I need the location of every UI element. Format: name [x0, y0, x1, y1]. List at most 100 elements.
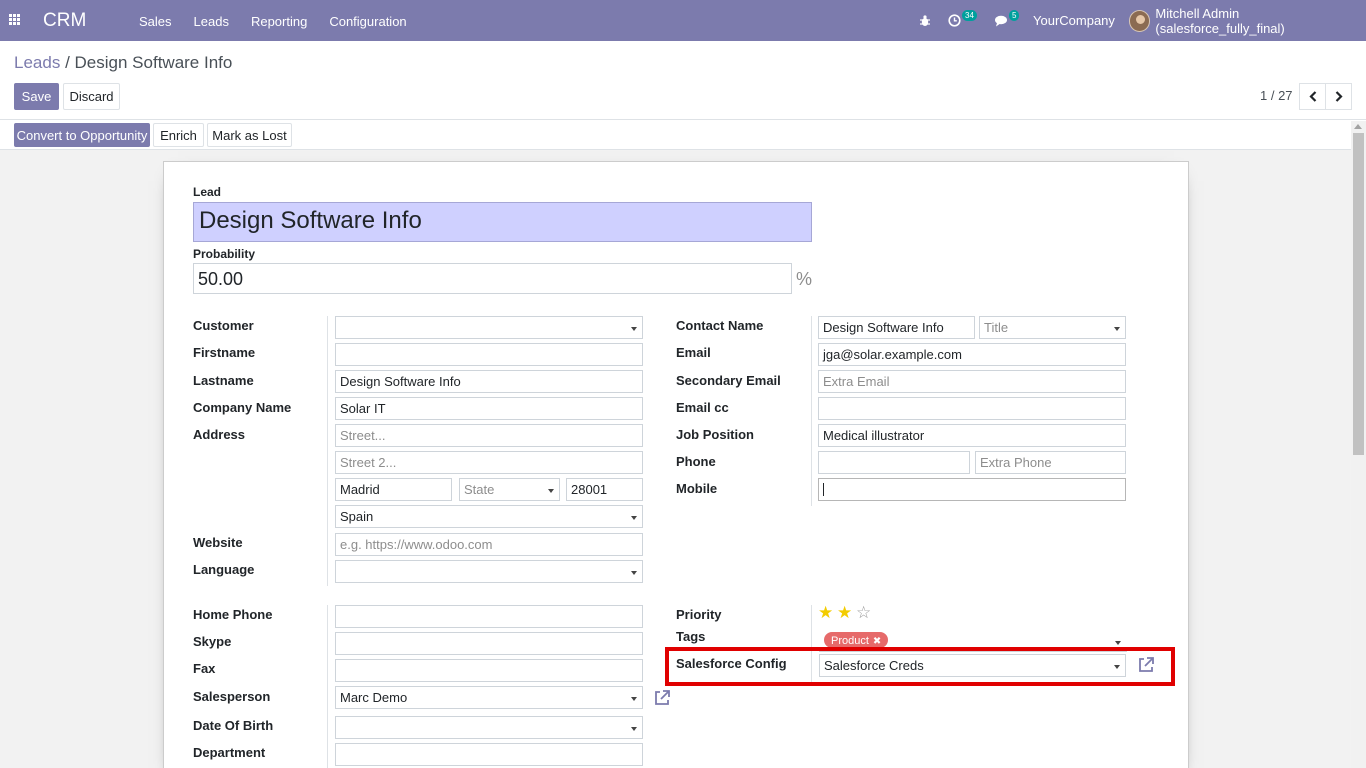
skype-input[interactable]	[335, 632, 643, 655]
discard-button[interactable]: Discard	[63, 83, 120, 110]
customer-select[interactable]	[335, 316, 643, 339]
apps-menu-icon[interactable]	[9, 14, 20, 25]
contact-name-label: Contact Name	[676, 318, 764, 333]
breadcrumb-current: Design Software Info	[74, 53, 233, 72]
company-name-input[interactable]: Solar IT	[335, 397, 643, 420]
lastname-label: Lastname	[193, 373, 254, 388]
percent-sign: %	[796, 269, 813, 289]
pager-next-button[interactable]	[1325, 83, 1352, 110]
top-navbar: CRM Sales Leads Reporting Configuration …	[0, 0, 1366, 41]
city-input[interactable]: Madrid	[335, 478, 452, 501]
email-label: Email	[676, 345, 711, 360]
address-label: Address	[193, 427, 246, 442]
menu-leads[interactable]: Leads	[194, 14, 229, 29]
mark-as-lost-button[interactable]: Mark as Lost	[207, 123, 292, 147]
messaging-button[interactable]: 5	[994, 0, 1020, 41]
website-label: Website	[193, 535, 243, 550]
street2-input[interactable]: Street 2...	[335, 451, 643, 474]
breadcrumb: Leads / Design Software Info	[14, 53, 232, 73]
website-input[interactable]: e.g. https://www.odoo.com	[335, 533, 643, 556]
secondary-email-label: Secondary Email	[676, 373, 781, 388]
probability-label: Probability	[193, 247, 256, 261]
company-name: YourCompany	[1033, 13, 1115, 28]
scroll-up-arrow-icon[interactable]	[1354, 124, 1362, 129]
firstname-label: Firstname	[193, 345, 256, 360]
pager-value[interactable]: 1 / 27	[1260, 88, 1293, 103]
home-phone-label: Home Phone	[193, 607, 273, 622]
message-count-badge: 5	[1009, 10, 1020, 21]
mobile-label: Mobile	[676, 481, 718, 496]
phone-label: Phone	[676, 454, 716, 469]
breadcrumb-separator: /	[65, 53, 70, 72]
control-panel: Leads / Design Software Info Save Discar…	[0, 41, 1366, 150]
priority-star-1-icon[interactable]: ★	[818, 604, 833, 621]
country-select[interactable]: Spain	[335, 505, 643, 528]
scrollbar-thumb[interactable]	[1353, 133, 1364, 455]
salesforce-config-highlight	[665, 647, 1175, 686]
home-phone-input[interactable]	[335, 605, 643, 628]
debug-icon[interactable]	[919, 0, 931, 41]
tag-product: Product ✖	[824, 632, 889, 648]
menu-sales[interactable]: Sales	[139, 14, 172, 29]
language-select[interactable]	[335, 560, 643, 583]
clock-icon	[948, 14, 961, 27]
priority-star-3-icon[interactable]: ☆	[856, 604, 871, 621]
customer-label: Customer	[193, 318, 254, 333]
chevron-left-icon	[1308, 91, 1316, 102]
main-menu: Sales Leads Reporting Configuration	[139, 14, 429, 29]
job-position-input[interactable]: Medical illustrator	[818, 424, 1126, 447]
user-menu[interactable]: Mitchell Admin (salesforce_fully_final)	[1129, 0, 1366, 41]
fax-label: Fax	[193, 661, 216, 676]
tag-label: Product	[831, 635, 869, 647]
chevron-right-icon	[1335, 91, 1343, 102]
mobile-input[interactable]	[818, 478, 1126, 501]
skype-label: Skype	[193, 634, 232, 649]
salesperson-select[interactable]: Marc Demo	[335, 686, 643, 709]
tags-label: Tags	[676, 629, 706, 644]
firstname-input[interactable]	[335, 343, 643, 366]
priority-label: Priority	[676, 607, 722, 622]
company-name-label: Company Name	[193, 400, 292, 415]
email-input[interactable]: jga@solar.example.com	[818, 343, 1126, 366]
contact-name-input[interactable]: Design Software Info	[818, 316, 975, 339]
state-select[interactable]: State	[459, 478, 560, 501]
form-statusbar: Convert to Opportunity Enrich Mark as Lo…	[0, 119, 1366, 150]
menu-configuration[interactable]: Configuration	[329, 14, 406, 29]
breadcrumb-leads[interactable]: Leads	[14, 53, 60, 72]
lead-name-input[interactable]: Design Software Info	[193, 202, 812, 242]
external-link-icon[interactable]	[653, 689, 671, 707]
email-cc-input[interactable]	[818, 397, 1126, 420]
lastname-input[interactable]: Design Software Info	[335, 370, 643, 393]
activity-button[interactable]: 34	[948, 0, 977, 41]
salesperson-label: Salesperson	[193, 689, 271, 704]
company-switcher[interactable]: YourCompany	[1033, 0, 1115, 41]
save-button[interactable]: Save	[14, 83, 59, 110]
chat-icon	[995, 15, 1007, 26]
activity-count-badge: 34	[962, 10, 977, 21]
convert-to-opportunity-button[interactable]: Convert to Opportunity	[14, 123, 150, 147]
text-cursor	[823, 483, 824, 496]
date-of-birth-select[interactable]	[335, 716, 643, 739]
app-brand[interactable]: CRM	[43, 10, 86, 32]
department-label: Department	[193, 745, 266, 760]
zip-input[interactable]: 28001	[566, 478, 643, 501]
menu-reporting[interactable]: Reporting	[251, 14, 307, 29]
avatar	[1129, 9, 1151, 32]
pager-previous-button[interactable]	[1299, 83, 1326, 110]
street-input[interactable]: Street...	[335, 424, 643, 447]
tag-remove-icon[interactable]: ✖	[873, 636, 881, 647]
priority-star-2-icon[interactable]: ★	[837, 604, 852, 621]
fax-input[interactable]	[335, 659, 643, 682]
department-input[interactable]	[335, 743, 643, 766]
extra-phone-input[interactable]: Extra Phone	[975, 451, 1126, 474]
job-position-label: Job Position	[676, 427, 754, 442]
scrollbar[interactable]	[1351, 121, 1366, 768]
user-name: Mitchell Admin (salesforce_fully_final)	[1155, 5, 1285, 36]
title-select[interactable]: Title	[979, 316, 1126, 339]
enrich-button[interactable]: Enrich	[153, 123, 204, 147]
phone-input[interactable]	[818, 451, 970, 474]
date-of-birth-label: Date Of Birth	[193, 718, 274, 733]
probability-input[interactable]: 50.00	[193, 263, 792, 294]
lead-label: Lead	[193, 185, 222, 199]
secondary-email-input[interactable]: Extra Email	[818, 370, 1126, 393]
